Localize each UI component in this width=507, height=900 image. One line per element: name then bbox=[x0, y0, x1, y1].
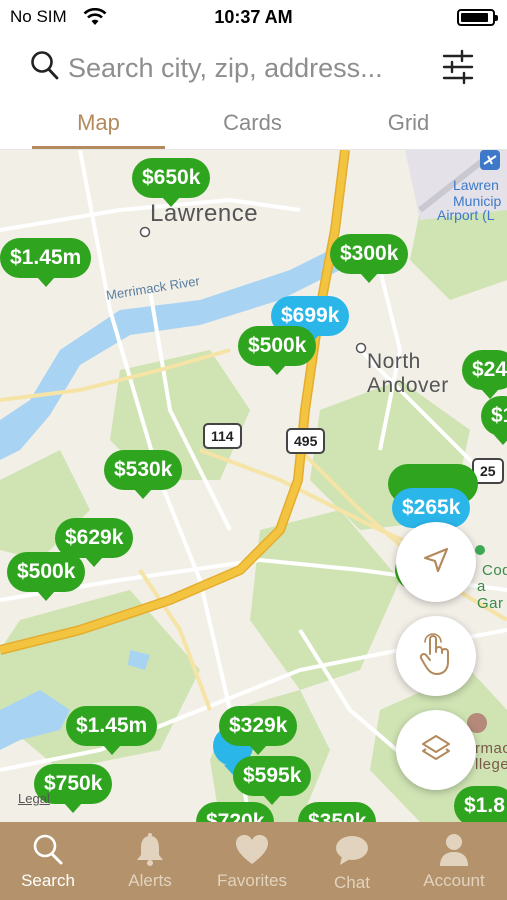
price-pin[interactable]: $329k bbox=[219, 706, 298, 755]
price-pin[interactable]: $530k bbox=[104, 450, 183, 499]
tabbar-favorites[interactable]: Favorites bbox=[202, 822, 302, 900]
chat-bubble-icon bbox=[334, 832, 370, 868]
price-pin[interactable]: $650k bbox=[132, 158, 211, 207]
price-pin[interactable]: $500k bbox=[238, 326, 317, 375]
battery-icon bbox=[457, 9, 498, 26]
route-shield: 495 bbox=[286, 428, 326, 454]
tabbar-label: Account bbox=[423, 871, 485, 890]
tabbar-account[interactable]: Account bbox=[404, 822, 504, 900]
price-pin[interactable]: $24 bbox=[462, 350, 507, 399]
airport-label-1: Lawren bbox=[453, 177, 499, 193]
tab-map[interactable]: Map bbox=[32, 110, 165, 150]
layers-icon bbox=[420, 733, 452, 768]
bottom-tab-bar: Search Alerts Favorites Chat Account bbox=[0, 822, 507, 900]
tabbar-chat[interactable]: Chat bbox=[302, 822, 402, 900]
clock: 10:37 AM bbox=[214, 7, 293, 27]
search-bar bbox=[0, 40, 507, 96]
price-pin[interactable]: $300k bbox=[330, 234, 409, 283]
price-pin[interactable]: $720k bbox=[196, 802, 275, 822]
heart-icon bbox=[234, 832, 270, 868]
tabbar-label: Chat bbox=[334, 873, 370, 892]
map-layers-button[interactable] bbox=[396, 710, 476, 790]
tabbar-label: Favorites bbox=[217, 871, 287, 890]
search-icon bbox=[30, 832, 66, 868]
town-label-andover: Andover bbox=[367, 374, 449, 397]
bell-icon bbox=[132, 832, 168, 868]
price-pin[interactable]: $595k bbox=[233, 756, 312, 805]
poi-label-2: a Gar bbox=[477, 578, 504, 612]
tabbar-search[interactable]: Search bbox=[0, 822, 98, 900]
locate-me-button[interactable] bbox=[396, 522, 476, 602]
airport-label-3: Airport (L bbox=[437, 207, 495, 223]
tabbar-label: Search bbox=[21, 871, 75, 890]
price-pin[interactable]: $500k bbox=[7, 552, 86, 601]
price-pin[interactable]: $1.8 bbox=[454, 786, 507, 822]
hand-pointer-icon bbox=[416, 632, 456, 681]
location-arrow-icon bbox=[421, 545, 451, 580]
college-label-1: rmac bbox=[475, 740, 507, 757]
college-label-2: llege bbox=[475, 756, 507, 773]
search-input[interactable] bbox=[68, 50, 428, 86]
status-bar: No SIM 10:37 AM bbox=[0, 0, 507, 34]
view-tabs: Map Cards Grid bbox=[0, 102, 507, 150]
draw-area-button[interactable] bbox=[396, 616, 476, 696]
price-pin[interactable]: $1.45m bbox=[66, 706, 158, 755]
price-pin[interactable]: $350k bbox=[298, 802, 377, 822]
filter-sliders-icon[interactable] bbox=[440, 48, 476, 91]
tab-grid[interactable]: Grid bbox=[342, 110, 475, 150]
map-view[interactable]: Lawrence North Andover Merrimack River L… bbox=[0, 150, 507, 822]
price-pin[interactable]: $1.45m bbox=[0, 238, 92, 287]
route-shield: 114 bbox=[203, 423, 242, 449]
search-icon bbox=[30, 50, 60, 87]
person-icon bbox=[436, 832, 472, 868]
poi-label-1: Cod bbox=[482, 562, 507, 579]
town-label-north: North bbox=[367, 350, 421, 373]
tab-cards[interactable]: Cards bbox=[186, 110, 319, 150]
legal-link[interactable]: Legal bbox=[18, 791, 50, 806]
tabbar-alerts[interactable]: Alerts bbox=[100, 822, 200, 900]
tabbar-label: Alerts bbox=[128, 871, 172, 890]
